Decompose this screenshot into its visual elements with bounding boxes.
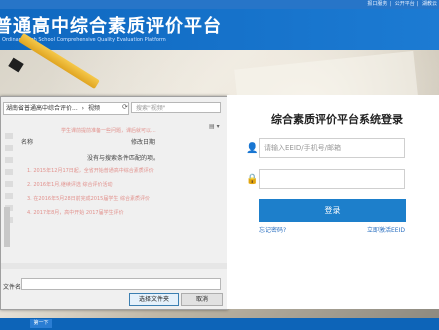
login-panel: 综合素质评价平台系统登录 👤 请输入EEID/手机号/邮箱 🔒 登录 忘记密码?… [227,95,439,309]
user-icon: 👤 [246,143,259,154]
horizontal-scrollbar[interactable] [1,263,227,269]
login-button[interactable]: 登录 [259,199,406,222]
path-segment-videos[interactable]: 视频 [88,105,100,112]
login-title: 综合素质评价平台系统登录 [271,113,403,126]
activate-eeid-link[interactable]: 立即激活EEID [367,225,405,234]
footer-button[interactable]: 第一下 [30,319,52,328]
address-bar[interactable]: 湖南省普通高中综合评价... › 视频 [3,102,129,115]
top-link-cloud[interactable]: 湖教云 [422,1,437,7]
cancel-button[interactable]: 取消 [181,293,223,306]
username-input[interactable]: 请输入EEID/手机号/邮箱 [259,138,405,158]
lock-icon: 🔒 [246,174,259,185]
view-options-icon[interactable]: ▤ ▾ [209,123,220,130]
top-links: 报口服务 | 公开平台 | 湖教云 [367,1,437,7]
search-input[interactable]: 搜索"视频" [131,102,221,113]
background-text-line: 3. 在2016年5月28日前完成2015届学生 综合素质评价 [27,196,150,202]
password-input[interactable] [259,169,405,189]
background-text-line: 4. 2017年8月，高中开始 2017届学生评价 [27,210,124,216]
top-link-public[interactable]: 公开平台 [395,1,415,7]
empty-folder-message: 没有与搜索条件匹配的项。 [87,155,160,162]
top-link-service[interactable]: 报口服务 [367,1,387,7]
background-text-line: 2. 2016年1月,继续评选 综合评价活动 [27,182,113,188]
column-header-name[interactable]: 名称 [21,137,33,146]
site-title: 普通高中综合素质评价平台 [0,16,222,37]
file-open-dialog: 湖南省普通高中综合评价... › 视频 ⟳ 搜索"视频" 学生课前提前准备一些问… [0,96,228,310]
column-header-date[interactable]: 修改日期 [131,137,155,146]
refresh-icon[interactable]: ⟳ [122,103,128,111]
background-text-line: 学生课前提前准备一些问题，课后就可以... [61,128,156,134]
select-folder-button[interactable]: 选择文件夹 [129,293,179,306]
footer-bar [0,318,439,330]
nav-scrollbar[interactable] [4,207,10,247]
path-segment-root[interactable]: 湖南省普通高中综合评价... [6,105,78,112]
filename-input[interactable] [21,278,221,290]
site-header: 普通高中综合素质评价平台 Ordinary High School Compre… [0,9,439,50]
background-text-line: 1. 2015年12月17日起，全省开始普通高中综合素质评价 [27,168,154,174]
forgot-password-link[interactable]: 忘记密码? [259,225,286,234]
